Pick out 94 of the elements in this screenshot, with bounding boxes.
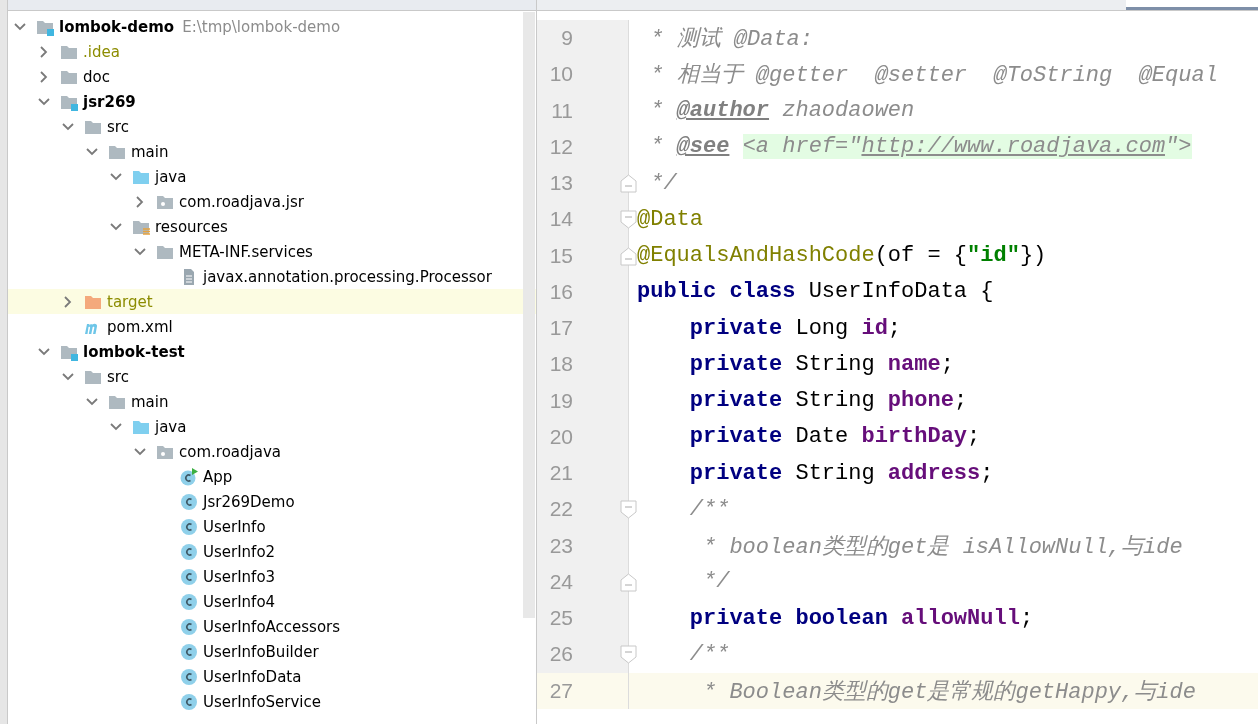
tree-item-label: java xyxy=(155,167,187,186)
tree-item[interactable]: UserInfoService xyxy=(8,689,536,714)
tree-item-label: src xyxy=(107,367,129,386)
tree-item-label: main xyxy=(131,392,169,411)
class-icon xyxy=(180,517,198,536)
runnable-class-icon xyxy=(180,467,198,486)
tree-item-label: App xyxy=(203,467,233,486)
tree-item-label: lombok-test xyxy=(83,342,185,361)
line-number: 23 xyxy=(548,533,573,558)
tree-item-label: java xyxy=(155,417,187,436)
line-number: 9 xyxy=(560,26,573,51)
tree-item[interactable]: com.roadjava.jsr xyxy=(8,189,536,214)
tree-item-label: META-INF.services xyxy=(179,242,313,261)
tree-item[interactable]: UserInfo xyxy=(8,514,536,539)
tree-item-label: UserInfo3 xyxy=(203,567,276,586)
tree-item[interactable]: lombok-test xyxy=(8,339,536,364)
tree-item[interactable]: UserInfoAccessors xyxy=(8,614,536,639)
tree-item-label: UserInfo4 xyxy=(203,592,276,611)
tree-item-label: main xyxy=(131,142,169,161)
tree-item[interactable]: .idea xyxy=(8,39,536,64)
class-icon xyxy=(180,492,198,511)
tree-item-label: .idea xyxy=(83,42,120,61)
line-number: 24 xyxy=(548,569,573,594)
tree-item[interactable]: lombok-demo E:\tmp\lombok-demo xyxy=(8,14,536,39)
tree-item[interactable]: UserInfoData xyxy=(8,664,536,689)
tree-item[interactable]: UserInfo4 xyxy=(8,589,536,614)
class-icon xyxy=(180,542,198,561)
line-number: 22 xyxy=(548,497,573,522)
fold-marker-icon[interactable] xyxy=(620,246,637,266)
tree-item[interactable]: resources xyxy=(8,214,536,239)
tree-item-label: target xyxy=(107,292,153,311)
line-number: 12 xyxy=(548,134,573,159)
tree-item-label: UserInfoBuilder xyxy=(203,642,319,661)
fold-marker-icon[interactable] xyxy=(620,572,637,592)
tree-item[interactable]: Jsr269Demo xyxy=(8,489,536,514)
line-number: 10 xyxy=(548,62,573,87)
tree-item-label: UserInfoService xyxy=(203,692,321,711)
line-number: 21 xyxy=(548,461,573,486)
tree-item[interactable]: jsr269 xyxy=(8,89,536,114)
line-number: 19 xyxy=(548,388,573,413)
tree-item[interactable]: java xyxy=(8,414,536,439)
tree-item-label: com.roadjava.jsr xyxy=(179,192,304,211)
tree-item[interactable]: src xyxy=(8,364,536,389)
tree-item-label: lombok-demo xyxy=(59,17,175,36)
class-icon xyxy=(180,617,198,636)
fold-marker-icon[interactable] xyxy=(620,500,637,520)
line-number: 11 xyxy=(550,98,573,123)
line-number: 16 xyxy=(548,279,573,304)
tree-item-label: UserInfo xyxy=(203,517,266,536)
tree-item-label: src xyxy=(107,117,129,136)
scrollbar[interactable] xyxy=(523,12,535,618)
fold-marker-icon[interactable] xyxy=(620,210,637,230)
line-number: 18 xyxy=(548,352,573,377)
tree-item[interactable]: UserInfoBuilder xyxy=(8,639,536,664)
tree-item-label: doc xyxy=(83,67,110,86)
line-number: 20 xyxy=(548,424,573,449)
tree-item-label: jsr269 xyxy=(83,92,136,111)
editor-tab[interactable] xyxy=(1126,0,1258,10)
class-icon xyxy=(180,592,198,611)
tree-item[interactable]: pom.xml xyxy=(8,314,536,339)
line-number: 17 xyxy=(548,316,573,341)
module-path: E:\tmp\lombok-demo xyxy=(182,17,341,36)
tree-item-label: Jsr269Demo xyxy=(203,492,295,511)
line-number: 25 xyxy=(548,606,573,631)
tree-item-label: pom.xml xyxy=(107,317,173,336)
tree-item[interactable]: javax.annotation.processing.Processor xyxy=(8,264,536,289)
tree-item[interactable]: main xyxy=(8,139,536,164)
line-number: 27 xyxy=(548,678,573,703)
fold-marker-icon[interactable] xyxy=(620,174,637,193)
class-icon xyxy=(180,667,198,686)
tree-item[interactable]: doc xyxy=(8,64,536,89)
tree-item-label: resources xyxy=(155,217,228,236)
tree-item[interactable]: com.roadjava xyxy=(8,439,536,464)
fold-marker-icon[interactable] xyxy=(620,645,637,665)
tree-item[interactable]: java xyxy=(8,164,536,189)
tree-item[interactable]: UserInfo3 xyxy=(8,564,536,589)
tree-item-label: UserInfo2 xyxy=(203,542,276,561)
tree-item[interactable]: main xyxy=(8,389,536,414)
class-icon xyxy=(180,567,198,586)
line-number: 26 xyxy=(548,642,573,667)
tree-item-label: javax.annotation.processing.Processor xyxy=(203,267,492,286)
tree-item[interactable]: META-INF.services xyxy=(8,239,536,264)
tree-item[interactable]: target xyxy=(8,289,536,314)
class-icon xyxy=(180,692,198,711)
line-number: 14 xyxy=(548,207,573,232)
tree-item[interactable]: UserInfo2 xyxy=(8,539,536,564)
tree-item[interactable]: src xyxy=(8,114,536,139)
tree-item-label: UserInfoData xyxy=(203,667,302,686)
tree-item[interactable]: App xyxy=(8,464,536,489)
line-number: 13 xyxy=(548,171,573,196)
class-icon xyxy=(180,642,198,661)
line-number: 15 xyxy=(548,243,573,268)
tree-item-label: com.roadjava xyxy=(179,442,281,461)
tree-item-label: UserInfoAccessors xyxy=(203,617,341,636)
